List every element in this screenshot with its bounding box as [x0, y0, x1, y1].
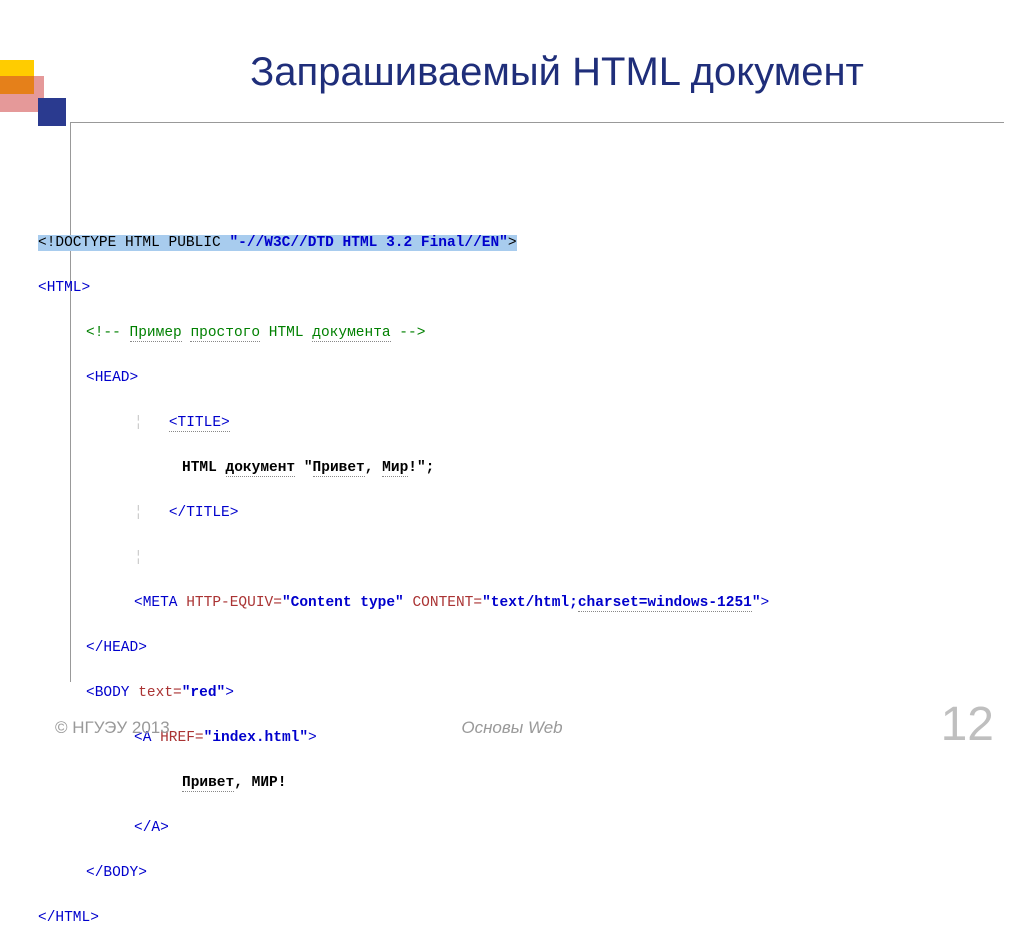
page-number: 12 — [941, 697, 994, 752]
code-example: <!DOCTYPE HTML PUBLIC "-//W3C//DTD HTML … — [38, 210, 769, 951]
footer-subject: Основы Web — [0, 718, 1024, 738]
divider-horizontal — [70, 122, 1004, 123]
slide-title: Запрашиваемый HTML документ — [130, 50, 984, 95]
